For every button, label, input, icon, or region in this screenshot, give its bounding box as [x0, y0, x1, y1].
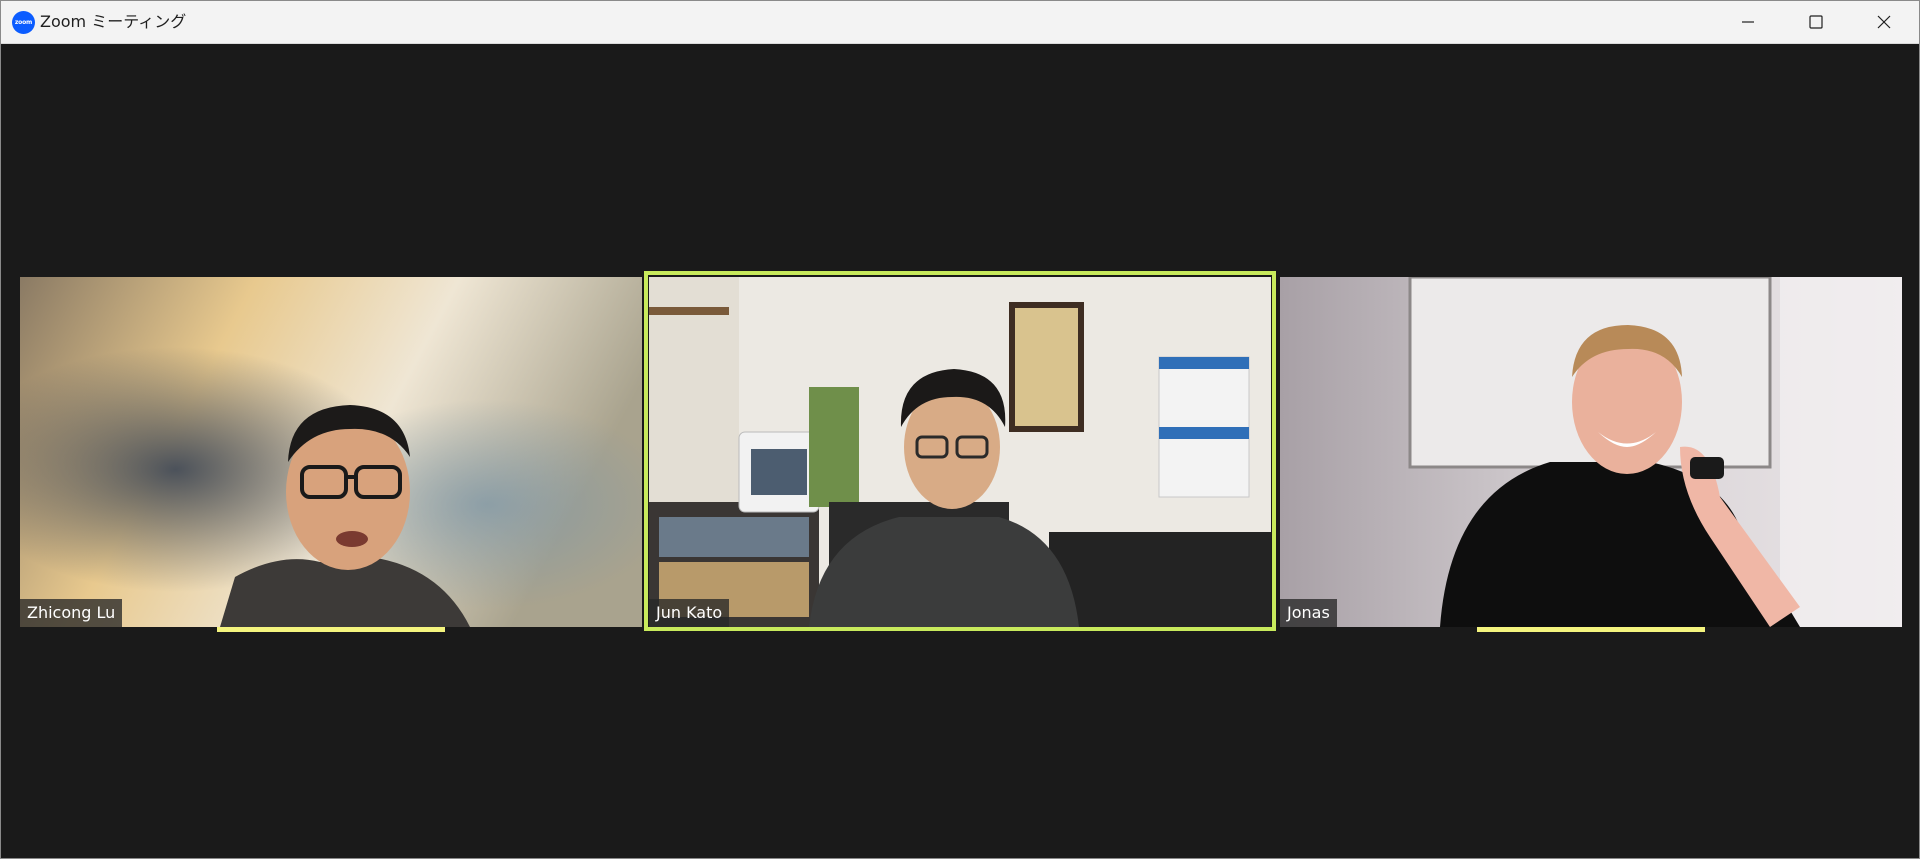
zoom-meeting-window: zoom Zoom ミーティング Zhicong Lu Jun Kato Jon…: [0, 0, 1920, 859]
participant-tile-jun-kato[interactable]: Jun Kato: [649, 277, 1271, 627]
speaking-indicator-jonas: [1477, 627, 1705, 632]
participant-video: [20, 277, 642, 627]
participant-name-label: Jonas: [1280, 599, 1337, 627]
close-button[interactable]: [1850, 1, 1918, 43]
maximize-button[interactable]: [1782, 1, 1850, 43]
participant-name-label: Jun Kato: [649, 599, 730, 627]
participant-video: [1280, 277, 1902, 627]
minimize-button[interactable]: [1714, 1, 1782, 43]
speaking-indicator-zhicong-lu: [217, 627, 445, 632]
gallery-view: Zhicong Lu Jun Kato Jonas: [1, 44, 1919, 858]
participant-name-label: Zhicong Lu: [20, 599, 123, 627]
window-title: Zoom ミーティング: [40, 12, 187, 31]
zoom-app-icon: zoom: [12, 11, 35, 34]
close-icon: [1877, 15, 1891, 29]
participant-tile-jonas[interactable]: Jonas: [1280, 277, 1902, 627]
participant-video: [649, 277, 1271, 627]
title-bar[interactable]: zoom Zoom ミーティング: [1, 1, 1919, 44]
maximize-icon: [1809, 15, 1823, 29]
participant-tile-zhicong-lu[interactable]: Zhicong Lu: [20, 277, 642, 627]
minimize-icon: [1742, 21, 1754, 23]
